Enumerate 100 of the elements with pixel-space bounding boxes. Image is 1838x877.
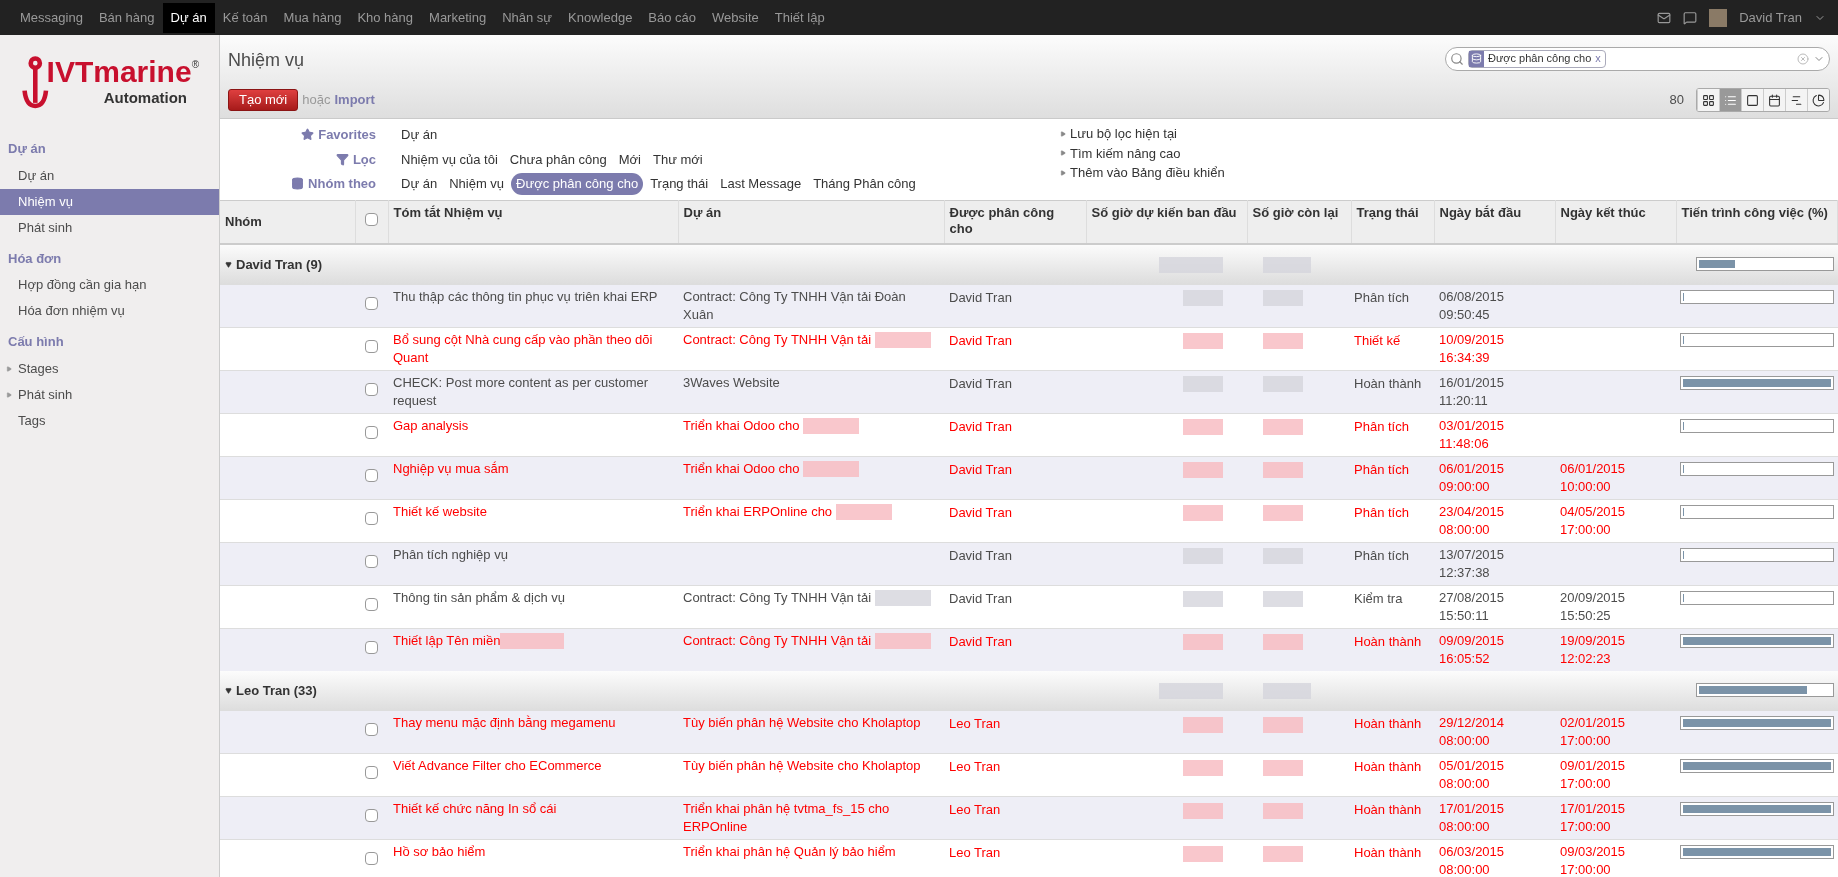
assignee-name: David Tran [949,461,1012,477]
calendar-view-button[interactable] [1763,89,1785,111]
filter-action-link[interactable]: Tìm kiếm nâng cao [1070,143,1181,163]
top-menu-item[interactable]: Website [704,2,767,33]
column-header[interactable]: Ngày bắt đầu [1434,200,1555,244]
column-header[interactable]: Tóm tắt Nhiệm vụ [388,200,678,244]
select-all-checkbox[interactable] [365,213,378,226]
expand-triangle-icon[interactable] [6,365,12,372]
sidebar-section-title: Dự án [7,140,47,158]
top-menu-item[interactable]: Dự án [162,2,215,33]
blurred-block [1183,333,1223,350]
column-header[interactable]: Dự án [678,200,944,244]
top-menu-item[interactable]: Nhân sự [494,2,561,33]
task-row[interactable]: Viết Advance Filter cho ECommerce Tùy biến phân hệ Website cho Kholaptop Leo Tran Hoàn thành 05/01/2015 08:00:00 09/01/2015 17:00:00 [220,753,1838,797]
group-row[interactable]: Leo Tran (33) [220,670,1838,711]
sidebar-item[interactable]: Phát sinh [0,381,219,408]
filter-option[interactable]: Thư mới [647,148,708,170]
row-checkbox[interactable] [365,554,378,568]
group-row[interactable]: David Tran (9) [220,244,1838,284]
facet-remove[interactable]: x [1595,50,1605,67]
task-row[interactable]: Gap analysis Triển khai Odoo cho David Tran Phân tích 03/01/2015 11:48:06 [220,413,1838,456]
filter-option[interactable]: Chưa phân công [504,148,612,170]
search-field[interactable]: Được phân công cho x [1445,46,1830,71]
row-checkbox[interactable] [365,511,378,525]
blurred-block [835,504,892,521]
task-row[interactable]: Bổ sung cột Nhà cung cấp vào phần theo dõi Quant Contract: Công Ty TNHH Vận tải David Tran Thiết kế 10/09/2015 16:34:39 [220,327,1838,370]
graph-view-button[interactable] [1807,89,1829,111]
task-row[interactable]: Thông tin sản phẩm & dịch vụ Contract: Công Ty TNHH Vận tải David Tran Kiểm tra 27/08/2015 15:50:11 20/09/2015 15:50:25 [220,585,1838,628]
task-summary: Thiết lập Tên miền [393,632,501,648]
expanded-triangle-icon[interactable] [225,260,232,268]
start-date: 10/09/2015 16:34:39 [1439,330,1506,367]
filter-option[interactable]: Mới [613,148,646,170]
create-button[interactable]: Tạo mới [228,89,299,111]
kanban-view-button[interactable] [1697,89,1719,111]
stage-label: Phân tích [1354,547,1409,563]
row-checkbox[interactable] [365,809,378,823]
blurred-block [874,332,931,349]
row-checkbox[interactable] [365,339,378,353]
top-menu-item[interactable]: Báo cáo [640,2,705,33]
row-checkbox[interactable] [365,296,378,310]
task-summary: Hồ sơ bảo hiểm [393,844,486,859]
sidebar-item[interactable]: Tags [0,407,219,434]
row-checkbox[interactable] [365,640,378,654]
filter-action-link[interactable]: Lưu bộ lọc hiện tại [1070,124,1177,144]
column-header[interactable]: Trạng thái [1351,200,1434,244]
sidebar-item[interactable]: Dự án [0,162,219,189]
sidebar-item[interactable]: Nhiệm vụ [0,188,219,215]
row-checkbox[interactable] [365,723,378,737]
gantt-view-button[interactable] [1785,89,1807,111]
filter-option[interactable]: Nhiệm vụ của tôi [396,148,503,170]
row-checkbox[interactable] [365,425,378,439]
clear-icon[interactable] [1797,52,1809,65]
avatar [1709,8,1728,27]
stage-label: Phân tích [1354,289,1409,305]
filter-action-link[interactable]: Thêm vào Bảng điều khiển [1070,163,1225,183]
stage-label: Phân tích [1354,504,1409,520]
top-menu-item[interactable]: Bán hàng [90,2,163,33]
blurred-block [874,633,931,650]
column-header[interactable]: Số giờ còn lại [1247,200,1351,244]
column-header[interactable]: Nhóm [220,200,355,244]
sidebar-item[interactable]: Hóa đơn nhiệm vụ [0,298,219,324]
row-checkbox[interactable] [365,766,378,780]
top-menu-item[interactable]: Kế toán [214,2,276,33]
top-menu-item[interactable]: Marketing [421,2,495,33]
sidebar-item[interactable]: Phát sinh [0,214,219,241]
task-row[interactable]: Phân tích nghiệp vụ David Tran Phân tích 13/07/2015 12:37:38 [220,542,1838,585]
top-menu-item[interactable]: Thiết lập [766,2,833,33]
filter-option[interactable]: Trạng thái [645,173,714,195]
top-menu-item[interactable]: Mua hàng [275,2,350,33]
row-checkbox[interactable] [365,468,378,482]
filter-option[interactable]: Tháng Phân công [808,173,921,195]
row-checkbox[interactable] [365,852,378,866]
filter-option[interactable]: Được phân công cho [511,173,644,195]
task-row[interactable]: Thu thập các thông tin phục vụ triên khai ERP Contract: Công Ty TNHH Vận tải Đoàn Xuân David Tran Phân tích 06/08/2015 09:50:45 [220,284,1838,327]
column-header[interactable]: Số giờ dự kiến ban đầu [1086,200,1247,244]
column-header[interactable]: Tiến trình công việc (%) [1676,200,1838,244]
mail-icon[interactable] [1657,10,1672,25]
expand-triangle-icon[interactable] [6,391,12,398]
sidebar-item[interactable]: Hợp đồng cần gia hạn [0,272,219,298]
task-summary: Nghiệp vụ mua sắm [393,460,509,476]
top-menu-item[interactable]: Knowledge [560,2,641,33]
task-row[interactable]: Hồ sơ bảo hiểm Triển khai phân hệ Quản lý bảo hiểm Leo Tran Hoàn thành 06/03/2015 08:00:00 09/03/2015 17:00:00 [220,839,1838,877]
filter-option[interactable]: Last Message [715,173,807,195]
top-menu-item[interactable]: Messaging [12,2,91,33]
expanded-triangle-icon[interactable] [225,686,232,694]
column-header[interactable]: Ngày kết thúc [1555,200,1676,244]
filter-option[interactable]: Nhiệm vụ [444,173,510,195]
stage-label: Hoàn thành [1354,375,1422,391]
sidebar-item[interactable]: Stages [0,355,219,382]
filter-option[interactable]: Dự án [396,173,443,195]
filter-option[interactable]: Dự án [396,124,443,146]
row-checkbox[interactable] [365,382,378,396]
form-view-button[interactable] [1741,89,1763,111]
chat-icon[interactable] [1683,10,1698,25]
gantt-view-icon [1790,93,1803,107]
user-name[interactable]: David Tran [1739,7,1802,28]
column-header[interactable]: Được phân công cho [944,200,1086,244]
row-checkbox[interactable] [365,597,378,611]
top-menu-item[interactable]: Kho hàng [349,2,422,33]
task-row[interactable]: Thiết kế website Triển khai ERPOnline cho David Tran Phân tích 23/04/2015 08:00:00 04/05/2015 17:00:00 [220,499,1838,542]
